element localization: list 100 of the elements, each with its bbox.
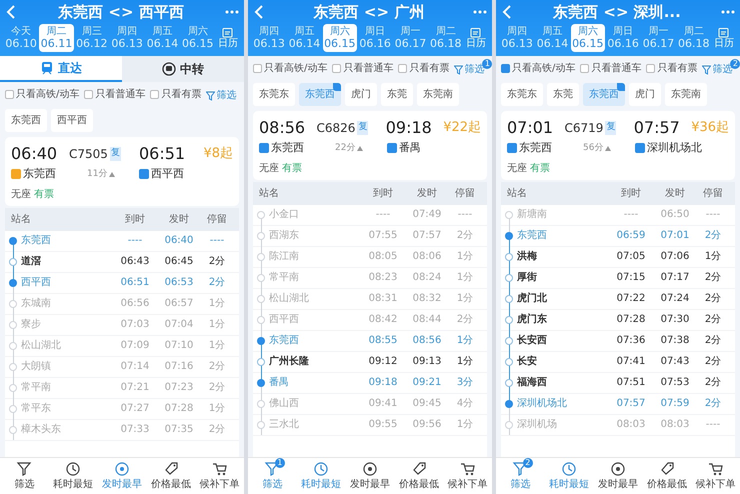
filter-icon <box>206 90 216 100</box>
station-name: 洪梅 <box>517 250 538 264</box>
stop-duration: 2分 <box>456 313 474 327</box>
arrival-time: ---- <box>374 208 392 222</box>
stop-duration: 1分 <box>456 292 474 306</box>
station-name: 虎门东 <box>517 312 548 327</box>
caret-icon[interactable] <box>109 172 116 177</box>
station-chip[interactable]: 虎门 <box>345 83 377 106</box>
station-name: 番禺 <box>399 140 421 156</box>
arrival-time: 06:59 <box>616 229 646 243</box>
toolbar-tab[interactable]: 候补下单 <box>195 461 244 492</box>
departure-time: 09:21 <box>412 376 442 390</box>
filter-checkbox[interactable]: 只看普通车 <box>332 60 394 76</box>
filter-checkbox[interactable]: 只看普通车 <box>84 86 146 102</box>
arrival-time: 09:12 <box>368 355 398 369</box>
station-chip[interactable]: 虎门 <box>629 83 661 106</box>
departure-time: 08:06 <box>412 250 442 264</box>
toolbar-tab[interactable]: 筛选 1 <box>248 461 297 492</box>
arrival-time: 06:51 <box>139 143 186 165</box>
station-chip[interactable]: 东莞 <box>381 83 413 106</box>
count-badge: 1 <box>274 458 285 468</box>
caret-icon[interactable] <box>605 146 612 151</box>
price: ¥36起 <box>691 119 730 138</box>
toolbar-tab[interactable]: 耗时最短 <box>296 461 346 492</box>
duration: 11分 <box>87 168 108 180</box>
departure-time: 06:57 <box>164 297 194 311</box>
filter-checkbox[interactable]: 只看普通车 <box>580 60 642 76</box>
toolbar-tab[interactable]: 候补下单 <box>691 461 740 492</box>
station-name: 深圳机场北 <box>517 396 568 411</box>
toolbar-tab[interactable]: 筛选 2 <box>496 461 545 492</box>
toolbar-tab[interactable]: 耗时最短 <box>544 461 594 492</box>
arrival-time: 06:51 <box>120 276 150 290</box>
filter-checkbox[interactable]: 只看有票 <box>646 60 698 76</box>
departure-time: 08:44 <box>412 313 442 327</box>
stop-duration: 2分 <box>704 397 722 411</box>
toolbar-tab[interactable]: 价格最低 <box>642 461 692 492</box>
departure-time: 07:01 <box>660 229 690 243</box>
toolbar-tab[interactable]: 价格最低 <box>394 461 444 492</box>
toolbar-tab[interactable]: 价格最低 <box>146 461 196 492</box>
departure-time: 07:23 <box>164 381 194 395</box>
station-chip[interactable]: 东莞南 <box>665 83 707 106</box>
arrival-time: 07:33 <box>120 423 150 437</box>
mode-tab[interactable]: 中转 <box>122 56 244 82</box>
ticket-status: 有票 <box>34 188 54 202</box>
filter-checkbox[interactable]: 只看高铁/动车 <box>501 60 576 76</box>
train-number: C6826 <box>316 120 356 137</box>
departure-time: 07:35 <box>164 423 194 437</box>
filter-checkbox[interactable]: 只看高铁/动车 <box>253 60 328 76</box>
station-name: 新塘南 <box>517 208 548 222</box>
toolbar-tab[interactable]: 候补下单 <box>443 461 492 492</box>
date-tab[interactable]: 周六 06.15 <box>570 24 605 52</box>
toolbar-tab[interactable]: 筛选 <box>0 461 49 492</box>
date-tab[interactable]: 周六 06.15 <box>322 24 357 52</box>
train-card[interactable]: 06:40 C7505 复 06:51 ¥8起 东莞西 11分 西平西 无座 有票 <box>5 137 239 206</box>
station-chip[interactable]: 西平西 <box>51 109 93 132</box>
column-header: 停留 <box>702 186 724 200</box>
date-tab[interactable]: 周二 06.11 <box>39 24 74 52</box>
departure-time: 08:32 <box>412 292 442 306</box>
stop-duration: 1分 <box>456 418 474 432</box>
column-header: 发时 <box>664 186 686 200</box>
stop-duration: 2分 <box>208 381 226 395</box>
arrival-time: 07:51 <box>616 376 646 390</box>
station-chip[interactable]: 东莞 <box>547 83 579 106</box>
arrival-time: 07:22 <box>616 292 646 306</box>
seat-type: 无座 <box>11 188 31 202</box>
arrival-time: 08:31 <box>368 292 398 306</box>
station-chip[interactable]: 东莞南 <box>417 83 459 106</box>
stop-duration: 2分 <box>704 313 722 327</box>
toolbar-tab[interactable]: 发时最早 <box>594 461 642 492</box>
toolbar-tab[interactable]: 发时最早 <box>98 461 146 492</box>
arrival-time: 08:03 <box>616 418 646 432</box>
station-name: 大朗镇 <box>21 360 52 374</box>
column-header: 到时 <box>620 186 642 200</box>
train-card[interactable]: 08:56 C6826 复 09:18 ¥22起 东莞西 22分 番禺 无座 有票 <box>253 111 487 180</box>
station-name: 东莞西 <box>23 166 56 182</box>
station-name: 道滘 <box>21 254 42 269</box>
filter-checkbox[interactable]: 只看有票 <box>150 86 202 102</box>
station-chip[interactable]: 东莞东 <box>501 83 543 106</box>
toolbar-tab[interactable]: 发时最早 <box>346 461 394 492</box>
station-chip[interactable]: 东莞东 <box>253 83 295 106</box>
caret-icon[interactable] <box>357 146 364 151</box>
station-chip[interactable]: 东莞西 <box>5 109 47 132</box>
arrival-time: 07:15 <box>616 271 646 285</box>
departure-time: 07:17 <box>660 271 690 285</box>
stop-duration: ---- <box>704 208 722 222</box>
station-name: 深圳机场北 <box>647 140 702 156</box>
arrival-time: 08:42 <box>368 313 398 327</box>
stop-duration: 1分 <box>704 250 722 264</box>
filter-checkbox[interactable]: 只看有票 <box>398 60 450 76</box>
stop-duration: 2分 <box>704 355 722 369</box>
station-name: 西湖东 <box>269 228 300 243</box>
stop-duration: 1分 <box>456 271 474 285</box>
departure-time: 09:13 <box>412 355 442 369</box>
column-header: 站名 <box>259 186 280 200</box>
departure-time: 07:16 <box>164 360 194 374</box>
stop-duration: ---- <box>456 208 474 222</box>
filter-checkbox[interactable]: 只看高铁/动车 <box>5 86 80 102</box>
stop-duration: 1分 <box>456 250 474 264</box>
train-card[interactable]: 07:01 C6719 复 07:57 ¥36起 东莞西 56分 深圳机场北 无座 有票 <box>501 111 735 180</box>
toolbar-tab[interactable]: 耗时最短 <box>48 461 98 492</box>
